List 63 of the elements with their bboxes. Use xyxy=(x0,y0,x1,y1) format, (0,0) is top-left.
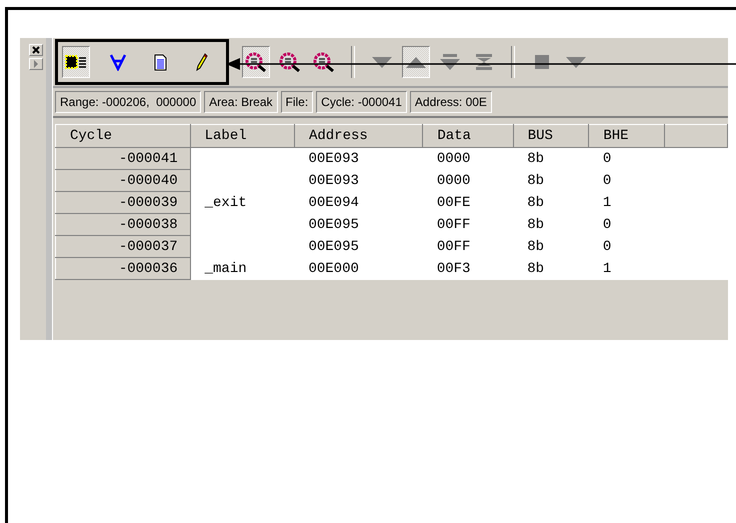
table-cell: 8b xyxy=(513,236,589,258)
row-header: -000041 xyxy=(56,148,190,170)
chip-icon xyxy=(65,54,87,70)
column-header[interactable]: Data xyxy=(422,124,514,148)
down-triangle-icon xyxy=(371,55,393,69)
status-field: Area: Break xyxy=(204,91,278,113)
table-cell: 8b xyxy=(513,148,589,170)
table-cell: 0000 xyxy=(422,170,514,192)
table-cell: 00E093 xyxy=(294,148,423,170)
table-cell: 1 xyxy=(588,192,664,214)
table-cell: 8b xyxy=(513,214,589,236)
table-cell: 00FE xyxy=(422,192,514,214)
table-cell: 00E093 xyxy=(294,170,423,192)
table-cell: 00E095 xyxy=(294,236,423,258)
table-cell: 00FF xyxy=(422,236,514,258)
expand-button[interactable] xyxy=(29,58,43,70)
hourglass-icon xyxy=(474,54,494,70)
status-field: Address: 00E xyxy=(410,91,492,113)
table-cell: 00F3 xyxy=(422,258,514,280)
table-cell: 0 xyxy=(588,170,664,192)
toolbar-button[interactable] xyxy=(62,46,90,78)
square-icon xyxy=(534,54,550,70)
close-button[interactable] xyxy=(29,44,43,56)
status-field: Cycle: -000041 xyxy=(316,91,407,113)
table-cell: _exit xyxy=(190,192,294,214)
column-header[interactable]: Cycle xyxy=(56,124,190,148)
column-header[interactable]: BHE xyxy=(588,124,664,148)
row-header: -000040 xyxy=(56,170,190,192)
table-cell: 00E094 xyxy=(294,192,423,214)
toolbar-button[interactable] xyxy=(402,46,430,78)
row-header: -000037 xyxy=(56,236,190,258)
down-triangle-icon xyxy=(565,55,587,69)
right-triangle-icon xyxy=(33,60,39,68)
row-header: -000036 xyxy=(56,258,190,280)
up-triangle-icon xyxy=(405,55,427,69)
table-cell: _main xyxy=(190,258,294,280)
table-cell: 0 xyxy=(588,148,664,170)
down-triangle-bar-icon xyxy=(439,54,461,70)
row-header: -000038 xyxy=(56,214,190,236)
pencil-icon xyxy=(196,53,208,71)
close-icon xyxy=(32,46,40,54)
table-cell: 00FF xyxy=(422,214,514,236)
table-cell: 1 xyxy=(588,258,664,280)
magnifier-icon xyxy=(313,52,335,72)
table-cell: 0 xyxy=(588,236,664,258)
table-cell: 0 xyxy=(588,214,664,236)
row-header: -000039 xyxy=(56,192,190,214)
column-header[interactable]: BUS xyxy=(513,124,589,148)
column-header[interactable]: Address xyxy=(294,124,423,148)
table-cell: 0000 xyxy=(422,148,514,170)
document-icon xyxy=(154,54,166,70)
table-cell: 8b xyxy=(513,170,589,192)
magnifier-icon xyxy=(245,52,267,72)
magnifier-icon xyxy=(279,52,301,72)
table-cell: 8b xyxy=(513,258,589,280)
table-cell: 00E095 xyxy=(294,214,423,236)
status-field: Range: -000206, 000000 xyxy=(55,91,202,113)
table-cell: 00E000 xyxy=(294,258,423,280)
column-header[interactable]: Label xyxy=(190,124,294,148)
for-all-icon xyxy=(109,53,127,71)
toolbar-button[interactable] xyxy=(242,46,270,78)
table-cell: 8b xyxy=(513,192,589,214)
status-field: File: xyxy=(280,91,314,113)
